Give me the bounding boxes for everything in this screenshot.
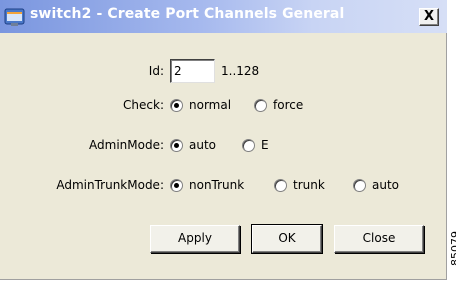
create-port-channels-dialog: switch2 - Create Port Channels General X… xyxy=(0,0,447,280)
admin-trunk-mode-auto-radio[interactable] xyxy=(353,179,366,192)
admin-trunk-mode-nontrunk-option[interactable]: nonTrunk xyxy=(189,178,244,192)
admin-mode-e-radio[interactable] xyxy=(242,139,255,152)
check-label: Check: xyxy=(123,98,164,112)
admin-trunk-mode-nontrunk-radio[interactable] xyxy=(170,179,183,192)
id-range-hint: 1..128 xyxy=(221,64,260,78)
apply-button[interactable]: Apply xyxy=(150,225,240,253)
admin-mode-auto-option[interactable]: auto xyxy=(189,138,216,152)
admin-mode-e-option[interactable]: E xyxy=(261,138,269,152)
close-window-button[interactable]: X xyxy=(419,8,439,26)
id-label: Id: xyxy=(148,64,164,78)
ok-button[interactable]: OK xyxy=(251,224,323,254)
id-input[interactable] xyxy=(170,59,215,83)
close-button[interactable]: Close xyxy=(334,225,424,253)
window-title: switch2 - Create Port Channels General xyxy=(30,6,345,22)
admin-mode-auto-radio[interactable] xyxy=(170,139,183,152)
close-icon: X xyxy=(423,9,435,24)
admin-trunk-mode-auto-option[interactable]: auto xyxy=(372,178,399,192)
admin-trunk-mode-label: AdminTrunkMode: xyxy=(56,178,164,192)
admin-trunk-mode-trunk-radio[interactable] xyxy=(274,179,287,192)
figure-code: 85079 xyxy=(449,231,456,266)
admin-trunk-mode-trunk-option[interactable]: trunk xyxy=(293,178,325,192)
app-window-icon xyxy=(4,6,25,27)
check-force-option[interactable]: force xyxy=(273,98,303,112)
check-normal-radio[interactable] xyxy=(170,99,183,112)
check-force-radio[interactable] xyxy=(254,99,267,112)
admin-mode-label: AdminMode: xyxy=(89,138,164,152)
check-normal-option[interactable]: normal xyxy=(189,98,231,112)
title-bar[interactable]: switch2 - Create Port Channels General X xyxy=(0,0,447,33)
